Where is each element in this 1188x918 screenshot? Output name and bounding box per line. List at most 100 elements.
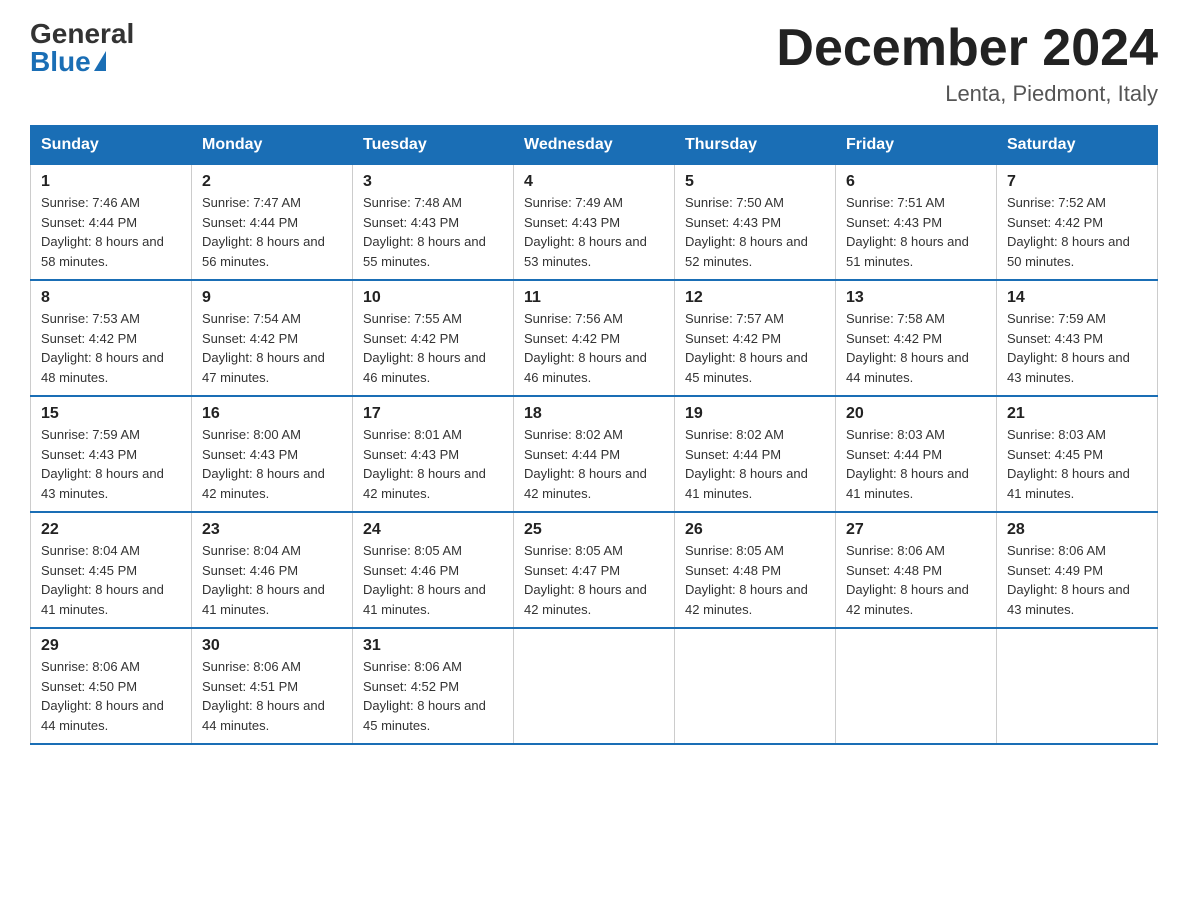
calendar-cell: 24 Sunrise: 8:05 AMSunset: 4:46 PMDayligh…	[353, 512, 514, 628]
calendar-header-row: SundayMondayTuesdayWednesdayThursdayFrid…	[31, 126, 1158, 165]
calendar-cell: 11 Sunrise: 7:56 AMSunset: 4:42 PMDayligh…	[514, 280, 675, 396]
calendar-cell: 10 Sunrise: 7:55 AMSunset: 4:42 PMDayligh…	[353, 280, 514, 396]
logo: General Blue	[30, 20, 134, 76]
day-info: Sunrise: 7:55 AMSunset: 4:42 PMDaylight:…	[363, 311, 486, 385]
calendar-cell: 1 Sunrise: 7:46 AMSunset: 4:44 PMDaylight…	[31, 165, 192, 281]
day-number: 9	[202, 289, 342, 307]
calendar-cell: 14 Sunrise: 7:59 AMSunset: 4:43 PMDayligh…	[997, 280, 1158, 396]
day-info: Sunrise: 7:59 AMSunset: 4:43 PMDaylight:…	[41, 427, 164, 501]
day-info: Sunrise: 8:03 AMSunset: 4:45 PMDaylight:…	[1007, 427, 1130, 501]
day-info: Sunrise: 7:54 AMSunset: 4:42 PMDaylight:…	[202, 311, 325, 385]
day-number: 10	[363, 289, 503, 307]
day-number: 6	[846, 173, 986, 191]
calendar-week-row: 1 Sunrise: 7:46 AMSunset: 4:44 PMDaylight…	[31, 165, 1158, 281]
calendar-header-tuesday: Tuesday	[353, 126, 514, 165]
calendar-cell: 30 Sunrise: 8:06 AMSunset: 4:51 PMDayligh…	[192, 628, 353, 744]
day-number: 28	[1007, 521, 1147, 539]
calendar-header-wednesday: Wednesday	[514, 126, 675, 165]
calendar-header-monday: Monday	[192, 126, 353, 165]
day-info: Sunrise: 7:50 AMSunset: 4:43 PMDaylight:…	[685, 195, 808, 269]
day-info: Sunrise: 8:05 AMSunset: 4:48 PMDaylight:…	[685, 543, 808, 617]
day-info: Sunrise: 7:58 AMSunset: 4:42 PMDaylight:…	[846, 311, 969, 385]
calendar-header-saturday: Saturday	[997, 126, 1158, 165]
day-info: Sunrise: 8:06 AMSunset: 4:52 PMDaylight:…	[363, 659, 486, 733]
calendar-week-row: 29Sunrise: 8:06 AMSunset: 4:50 PMDayligh…	[31, 628, 1158, 744]
day-info: Sunrise: 7:49 AMSunset: 4:43 PMDaylight:…	[524, 195, 647, 269]
day-info: Sunrise: 8:01 AMSunset: 4:43 PMDaylight:…	[363, 427, 486, 501]
day-info: Sunrise: 7:52 AMSunset: 4:42 PMDaylight:…	[1007, 195, 1130, 269]
day-number: 21	[1007, 405, 1147, 423]
day-number: 30	[202, 637, 342, 655]
calendar-cell: 27 Sunrise: 8:06 AMSunset: 4:48 PMDayligh…	[836, 512, 997, 628]
day-number: 24	[363, 521, 503, 539]
day-info: Sunrise: 7:51 AMSunset: 4:43 PMDaylight:…	[846, 195, 969, 269]
day-number: 23	[202, 521, 342, 539]
calendar-cell: 17Sunrise: 8:01 AMSunset: 4:43 PMDayligh…	[353, 396, 514, 512]
calendar-header-thursday: Thursday	[675, 126, 836, 165]
day-number: 13	[846, 289, 986, 307]
calendar-cell: 9 Sunrise: 7:54 AMSunset: 4:42 PMDaylight…	[192, 280, 353, 396]
day-number: 5	[685, 173, 825, 191]
day-number: 1	[41, 173, 181, 191]
day-info: Sunrise: 7:57 AMSunset: 4:42 PMDaylight:…	[685, 311, 808, 385]
day-info: Sunrise: 7:59 AMSunset: 4:43 PMDaylight:…	[1007, 311, 1130, 385]
calendar-cell: 25 Sunrise: 8:05 AMSunset: 4:47 PMDayligh…	[514, 512, 675, 628]
calendar-week-row: 8 Sunrise: 7:53 AMSunset: 4:42 PMDaylight…	[31, 280, 1158, 396]
calendar-cell: 15 Sunrise: 7:59 AMSunset: 4:43 PMDayligh…	[31, 396, 192, 512]
day-info: Sunrise: 8:03 AMSunset: 4:44 PMDaylight:…	[846, 427, 969, 501]
calendar-cell	[514, 628, 675, 744]
day-number: 25	[524, 521, 664, 539]
calendar-cell: 6 Sunrise: 7:51 AMSunset: 4:43 PMDaylight…	[836, 165, 997, 281]
day-info: Sunrise: 8:06 AMSunset: 4:51 PMDaylight:…	[202, 659, 325, 733]
day-number: 31	[363, 637, 503, 655]
location: Lenta, Piedmont, Italy	[776, 81, 1158, 107]
day-number: 16	[202, 405, 342, 423]
title-block: December 2024 Lenta, Piedmont, Italy	[776, 20, 1158, 107]
calendar-cell: 18 Sunrise: 8:02 AMSunset: 4:44 PMDayligh…	[514, 396, 675, 512]
calendar-header-friday: Friday	[836, 126, 997, 165]
day-info: Sunrise: 7:46 AMSunset: 4:44 PMDaylight:…	[41, 195, 164, 269]
calendar-week-row: 15 Sunrise: 7:59 AMSunset: 4:43 PMDayligh…	[31, 396, 1158, 512]
day-number: 2	[202, 173, 342, 191]
day-number: 8	[41, 289, 181, 307]
day-number: 3	[363, 173, 503, 191]
calendar-cell: 23 Sunrise: 8:04 AMSunset: 4:46 PMDayligh…	[192, 512, 353, 628]
logo-blue-text: Blue	[30, 48, 106, 76]
day-number: 4	[524, 173, 664, 191]
day-info: Sunrise: 7:53 AMSunset: 4:42 PMDaylight:…	[41, 311, 164, 385]
calendar-cell: 8 Sunrise: 7:53 AMSunset: 4:42 PMDaylight…	[31, 280, 192, 396]
calendar-cell	[997, 628, 1158, 744]
day-info: Sunrise: 8:05 AMSunset: 4:47 PMDaylight:…	[524, 543, 647, 617]
calendar-cell: 13 Sunrise: 7:58 AMSunset: 4:42 PMDayligh…	[836, 280, 997, 396]
day-number: 18	[524, 405, 664, 423]
day-info: Sunrise: 8:06 AMSunset: 4:50 PMDaylight:…	[41, 659, 164, 733]
day-number: 11	[524, 289, 664, 307]
day-number: 15	[41, 405, 181, 423]
calendar-header-sunday: Sunday	[31, 126, 192, 165]
day-info: Sunrise: 8:04 AMSunset: 4:45 PMDaylight:…	[41, 543, 164, 617]
calendar-cell: 21 Sunrise: 8:03 AMSunset: 4:45 PMDayligh…	[997, 396, 1158, 512]
calendar-cell: 3Sunrise: 7:48 AMSunset: 4:43 PMDaylight…	[353, 165, 514, 281]
calendar-cell: 31 Sunrise: 8:06 AMSunset: 4:52 PMDayligh…	[353, 628, 514, 744]
calendar-cell	[675, 628, 836, 744]
calendar-cell: 7 Sunrise: 7:52 AMSunset: 4:42 PMDaylight…	[997, 165, 1158, 281]
calendar-cell: 26Sunrise: 8:05 AMSunset: 4:48 PMDayligh…	[675, 512, 836, 628]
day-number: 7	[1007, 173, 1147, 191]
day-number: 14	[1007, 289, 1147, 307]
day-info: Sunrise: 8:06 AMSunset: 4:48 PMDaylight:…	[846, 543, 969, 617]
calendar-cell: 4 Sunrise: 7:49 AMSunset: 4:43 PMDaylight…	[514, 165, 675, 281]
calendar-cell: 12Sunrise: 7:57 AMSunset: 4:42 PMDayligh…	[675, 280, 836, 396]
calendar-cell: 19Sunrise: 8:02 AMSunset: 4:44 PMDayligh…	[675, 396, 836, 512]
day-info: Sunrise: 8:05 AMSunset: 4:46 PMDaylight:…	[363, 543, 486, 617]
page-header: General Blue December 2024 Lenta, Piedmo…	[30, 20, 1158, 107]
calendar-cell: 2Sunrise: 7:47 AMSunset: 4:44 PMDaylight…	[192, 165, 353, 281]
calendar-cell: 29Sunrise: 8:06 AMSunset: 4:50 PMDayligh…	[31, 628, 192, 744]
calendar-cell: 28 Sunrise: 8:06 AMSunset: 4:49 PMDayligh…	[997, 512, 1158, 628]
day-info: Sunrise: 8:06 AMSunset: 4:49 PMDaylight:…	[1007, 543, 1130, 617]
day-info: Sunrise: 8:02 AMSunset: 4:44 PMDaylight:…	[524, 427, 647, 501]
logo-triangle-icon	[94, 51, 106, 71]
day-number: 27	[846, 521, 986, 539]
day-info: Sunrise: 7:56 AMSunset: 4:42 PMDaylight:…	[524, 311, 647, 385]
calendar-table: SundayMondayTuesdayWednesdayThursdayFrid…	[30, 125, 1158, 745]
day-info: Sunrise: 8:04 AMSunset: 4:46 PMDaylight:…	[202, 543, 325, 617]
